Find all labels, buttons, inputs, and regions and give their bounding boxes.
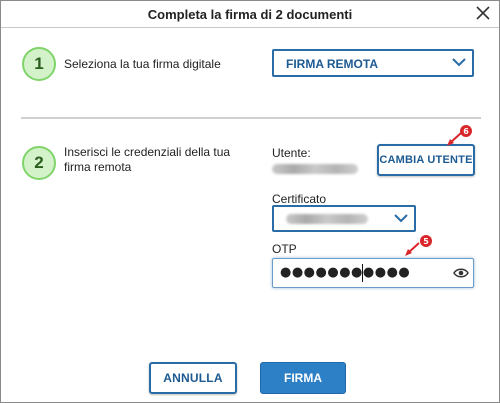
section-divider bbox=[21, 117, 481, 119]
signature-type-value: FIRMA REMOTA bbox=[286, 57, 378, 71]
chevron-down-icon bbox=[452, 58, 466, 67]
user-value-blurred bbox=[272, 164, 358, 174]
sign-documents-dialog: Completa la firma di 2 documenti 1 Selez… bbox=[0, 0, 500, 403]
annotation-arrow-6 bbox=[447, 132, 462, 146]
change-user-button[interactable]: CAMBIA UTENTE bbox=[377, 144, 475, 176]
sign-button[interactable]: FIRMA bbox=[260, 362, 346, 394]
user-label: Utente: bbox=[272, 146, 311, 160]
step-2-text-line1: Inserisci le credenziali della tua bbox=[64, 145, 231, 159]
dialog-titlebar: Completa la firma di 2 documenti bbox=[1, 1, 499, 28]
step-2-badge: 2 bbox=[22, 146, 56, 180]
annotation-arrow-5 bbox=[405, 242, 420, 256]
cancel-button[interactable]: ANNULLA bbox=[149, 362, 237, 394]
text-caret bbox=[362, 264, 363, 282]
close-button[interactable] bbox=[473, 3, 493, 23]
close-icon bbox=[476, 6, 490, 20]
otp-input[interactable]: ●●●●●●●●●●● bbox=[272, 258, 474, 288]
otp-masked-value: ●●●●●●●●●●● bbox=[280, 265, 411, 280]
step-1-text: Seleziona la tua firma digitale bbox=[64, 57, 221, 71]
step-1-badge: 1 bbox=[22, 47, 56, 81]
certificate-value-blurred bbox=[286, 214, 368, 224]
certificate-label: Certificato bbox=[272, 192, 327, 206]
eye-icon[interactable] bbox=[453, 266, 469, 280]
chevron-down-icon bbox=[394, 214, 408, 223]
dialog-title: Completa la firma di 2 documenti bbox=[147, 7, 353, 22]
otp-label: OTP bbox=[272, 242, 297, 256]
certificate-select[interactable] bbox=[272, 205, 416, 232]
step-2-text-line2: firma remota bbox=[64, 160, 132, 174]
step-2-text: Inserisci le credenziali della tua firma… bbox=[64, 145, 230, 175]
signature-type-select[interactable]: FIRMA REMOTA bbox=[272, 49, 474, 77]
